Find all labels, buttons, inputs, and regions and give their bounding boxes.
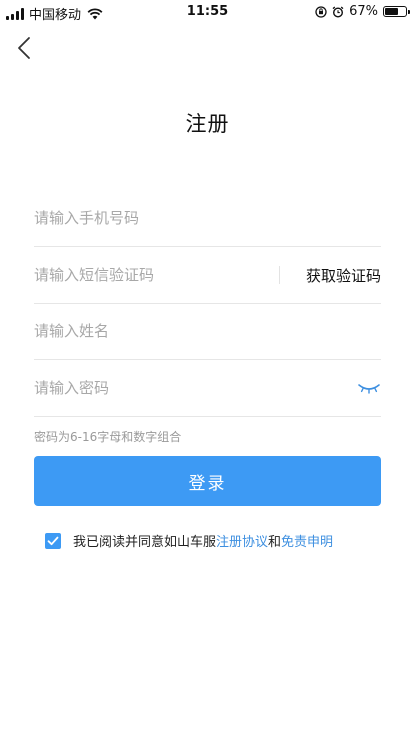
code-divider <box>278 266 280 284</box>
rotation-lock-icon <box>315 5 327 18</box>
agreement-conjunction: 和 <box>268 535 282 550</box>
agreement-text: 我已阅读并同意如山车服 <box>73 535 217 550</box>
password-field <box>34 360 381 417</box>
login-button[interactable]: 登录 <box>34 456 381 506</box>
page-title: 注册 <box>185 112 230 136</box>
phone-field <box>34 190 381 247</box>
agree-checkbox[interactable] <box>45 532 61 549</box>
alarm-icon <box>332 6 344 18</box>
register-page: 中国移动 11:55 67% 注册 请输入手机号码 请输入短信验证码 获取验证码… <box>0 0 415 738</box>
terms-link[interactable]: 注册协议 <box>216 531 268 550</box>
battery-percent: 67% <box>349 4 378 19</box>
eye-closed-icon[interactable] <box>357 381 381 395</box>
status-bar: 中国移动 11:55 67% <box>0 0 415 24</box>
agreement-row: 我已阅读并同意如山车服 注册协议 和 免责申明 <box>45 531 333 550</box>
get-code-button[interactable]: 获取验证码 <box>306 265 381 286</box>
password-hint: 密码为6-16字母和数字组合 <box>34 430 182 444</box>
checkmark-icon <box>47 536 59 545</box>
sms-code-field: 获取验证码 <box>34 247 381 304</box>
name-field <box>34 303 381 360</box>
back-arrow-icon[interactable] <box>14 36 36 60</box>
name-input[interactable] <box>34 303 381 359</box>
battery-icon <box>383 6 410 17</box>
battery-fill <box>385 8 399 15</box>
disclaimer-link[interactable]: 免责申明 <box>281 531 333 550</box>
sms-code-input[interactable] <box>34 247 279 303</box>
password-input[interactable] <box>34 360 357 416</box>
status-right: 67% <box>315 4 410 19</box>
phone-input[interactable] <box>34 190 381 246</box>
